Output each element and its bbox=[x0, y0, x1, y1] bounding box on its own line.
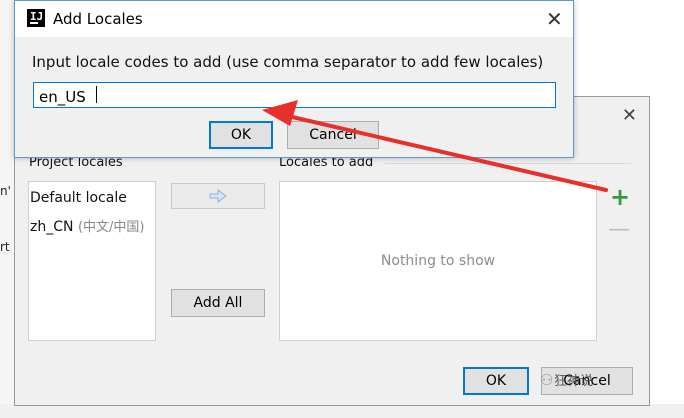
annotation-arrow bbox=[262, 100, 608, 192]
